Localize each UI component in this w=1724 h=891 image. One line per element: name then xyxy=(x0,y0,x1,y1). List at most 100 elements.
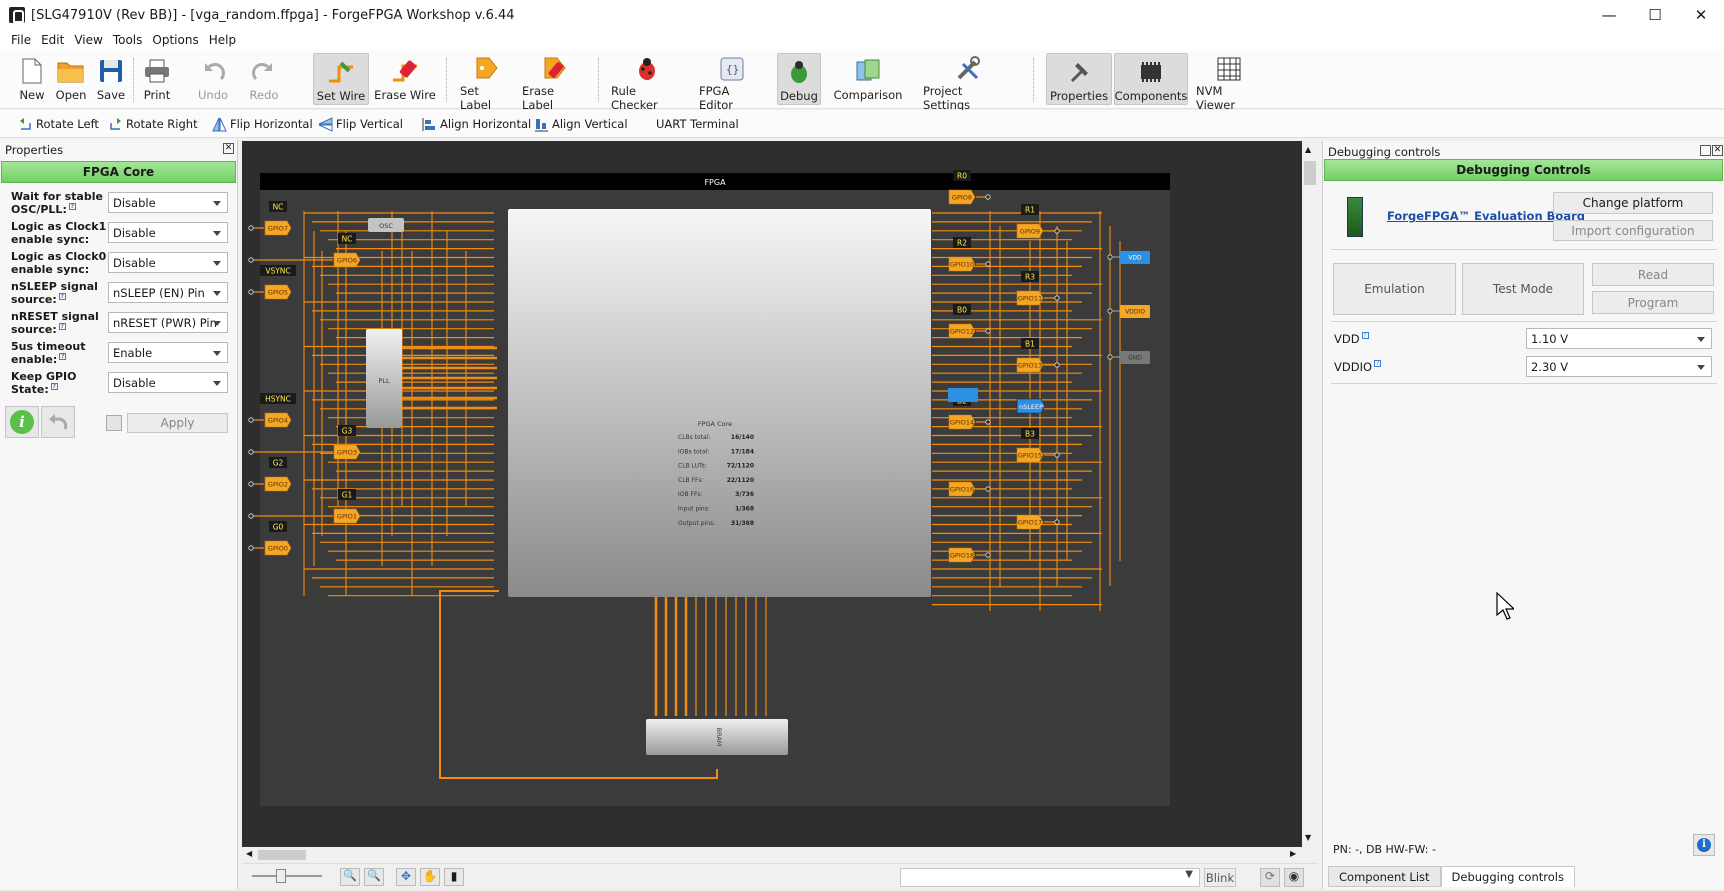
project-settings-button[interactable]: Project Settings xyxy=(923,53,1013,112)
flip-vertical-button[interactable]: Flip Vertical xyxy=(318,115,403,133)
debug-bug-icon xyxy=(784,57,814,87)
vddio-label: VDDIO? xyxy=(1334,360,1382,374)
undo-button[interactable]: Undo xyxy=(198,53,228,105)
flip-horizontal-button[interactable]: Flip Horizontal xyxy=(212,115,313,133)
zoom-out-icon[interactable]: 🔍 xyxy=(340,868,360,886)
blink-button[interactable]: Blink xyxy=(1204,868,1236,887)
print-button[interactable]: Print xyxy=(141,53,173,105)
tab-debugging-controls[interactable]: Debugging controls xyxy=(1440,866,1575,887)
menu-help[interactable]: Help xyxy=(206,33,243,47)
save-button[interactable]: Save xyxy=(96,53,126,105)
pin-tag: R0 xyxy=(957,172,967,181)
vddio-dropdown[interactable]: 2.30 V xyxy=(1526,356,1712,377)
import-configuration-button[interactable]: Import configuration xyxy=(1553,220,1713,241)
hammer-icon xyxy=(1064,57,1094,87)
nsleep-source-dropdown[interactable]: nSLEEP (EN) Pin xyxy=(108,282,228,303)
help-icon[interactable]: ? xyxy=(1361,332,1369,339)
vdd-dropdown[interactable]: 1.10 V xyxy=(1526,328,1712,349)
test-mode-button[interactable]: Test Mode xyxy=(1462,263,1584,315)
program-button[interactable]: Program xyxy=(1592,291,1714,314)
gpio-pin-label: GPIO6 xyxy=(337,257,357,265)
apply-button[interactable]: Apply xyxy=(127,413,228,433)
help-icon[interactable]: ? xyxy=(58,323,66,330)
debug-button[interactable]: Debug xyxy=(777,53,821,105)
read-button[interactable]: Read xyxy=(1592,263,1714,286)
fpga-editor-button[interactable]: {} FPGA Editor xyxy=(699,53,765,112)
globe-icon[interactable]: ◉ xyxy=(1284,868,1304,887)
reset-small-icon[interactable] xyxy=(106,415,122,431)
set-wire-button[interactable]: Set Wire xyxy=(313,53,369,105)
info-button[interactable]: i xyxy=(5,406,39,438)
fit-view-icon[interactable]: ✥ xyxy=(396,868,416,886)
pin-terminal xyxy=(1054,452,1060,458)
keep-gpio-dropdown[interactable]: Disable xyxy=(108,372,228,393)
panel-close-icon[interactable]: ✕ xyxy=(1712,145,1723,156)
main-toolbar: New Open Save Print Undo Redo Set Wire E… xyxy=(0,50,1724,112)
rule-checker-button[interactable]: Rule Checker xyxy=(611,53,683,112)
help-icon[interactable]: ? xyxy=(68,203,76,210)
emulation-button[interactable]: Emulation xyxy=(1333,263,1456,315)
new-button[interactable]: New xyxy=(18,53,46,105)
nreset-source-dropdown[interactable]: nRESET (PWR) Pin xyxy=(108,312,228,333)
nvm-grid-icon xyxy=(1214,56,1244,82)
component-search-dropdown[interactable]: ▼ xyxy=(900,868,1200,887)
prop-label-clock0-sync: Logic as Clock0 enable sync: xyxy=(11,250,107,276)
vscroll-thumb[interactable] xyxy=(1304,161,1316,185)
undo-arrow-icon xyxy=(49,414,68,430)
help-icon[interactable]: ? xyxy=(50,383,58,390)
zoom-slider[interactable] xyxy=(252,869,322,883)
pointer-icon[interactable]: ▮ xyxy=(444,868,464,886)
tab-component-list[interactable]: Component List xyxy=(1328,866,1441,887)
properties-button[interactable]: Properties xyxy=(1046,53,1112,105)
panel-close-icon[interactable]: ✕ xyxy=(223,143,234,154)
hscroll-thumb[interactable] xyxy=(258,850,306,860)
uart-terminal-button[interactable]: UART Terminal xyxy=(656,115,739,133)
zoom-slider-thumb[interactable] xyxy=(276,869,286,883)
pan-hand-icon[interactable]: ✋ xyxy=(420,868,440,886)
pin-tag: R3 xyxy=(1025,273,1035,282)
close-button[interactable]: ✕ xyxy=(1678,0,1724,30)
clock1-sync-dropdown[interactable]: Disable xyxy=(108,222,228,243)
help-icon[interactable]: ? xyxy=(58,293,66,300)
menu-bar: File Edit View Tools Options Help xyxy=(0,30,1724,50)
erase-label-button[interactable]: Erase Label xyxy=(522,53,586,112)
erase-wire-button[interactable]: Erase Wire xyxy=(374,53,436,105)
menu-edit[interactable]: Edit xyxy=(38,33,71,47)
align-vertical-button[interactable]: Align Vertical xyxy=(534,115,628,133)
comparison-button[interactable]: Comparison xyxy=(830,53,906,105)
info-icon[interactable]: i xyxy=(1693,834,1715,856)
menu-view[interactable]: View xyxy=(71,33,109,47)
schematic-canvas[interactable]: FPGA FPGA Core CLBs total: 16/140 IOBs total… xyxy=(242,141,1302,847)
rotate-left-button[interactable]: Rotate Left xyxy=(18,115,99,133)
change-platform-button[interactable]: Change platform xyxy=(1553,192,1713,214)
wrench-screwdriver-icon xyxy=(953,56,983,82)
redo-button[interactable]: Redo xyxy=(249,53,279,105)
timeout-enable-dropdown[interactable]: Enable xyxy=(108,342,228,363)
core-stat-value: 16/140 xyxy=(731,434,754,441)
gpio-pin-label: GPIO11 xyxy=(1018,295,1042,303)
panel-float-icon[interactable] xyxy=(1700,145,1711,156)
maximize-button[interactable]: ☐ xyxy=(1632,0,1678,30)
bram-label: BRAM xyxy=(715,728,723,747)
refresh-icon[interactable]: ⟳ xyxy=(1260,868,1280,887)
clock0-sync-dropdown[interactable]: Disable xyxy=(108,252,228,273)
components-button[interactable]: Components xyxy=(1114,53,1188,105)
help-icon[interactable]: ? xyxy=(1374,360,1382,367)
core-stat-label: Output pins: xyxy=(678,520,715,527)
revert-button[interactable] xyxy=(41,406,75,438)
horizontal-scrollbar[interactable]: ◀ ▶ xyxy=(242,847,1302,863)
open-button[interactable]: Open xyxy=(54,53,88,105)
menu-options[interactable]: Options xyxy=(149,33,205,47)
align-horizontal-button[interactable]: Align Horizontal xyxy=(422,115,531,133)
align-horizontal-icon xyxy=(422,117,435,131)
menu-file[interactable]: File xyxy=(0,33,38,47)
nvm-viewer-button[interactable]: NVM Viewer xyxy=(1196,53,1262,112)
wait-stable-dropdown[interactable]: Disable xyxy=(108,192,228,213)
minimize-button[interactable]: — xyxy=(1586,0,1632,30)
menu-tools[interactable]: Tools xyxy=(110,33,150,47)
set-label-button[interactable]: Set Label xyxy=(460,53,512,112)
rotate-right-button[interactable]: Rotate Right xyxy=(108,115,198,133)
vertical-scrollbar[interactable]: ▲ ▼ xyxy=(1302,141,1318,847)
zoom-in-icon[interactable]: 🔍 xyxy=(364,868,384,886)
help-icon[interactable]: ? xyxy=(59,353,67,360)
